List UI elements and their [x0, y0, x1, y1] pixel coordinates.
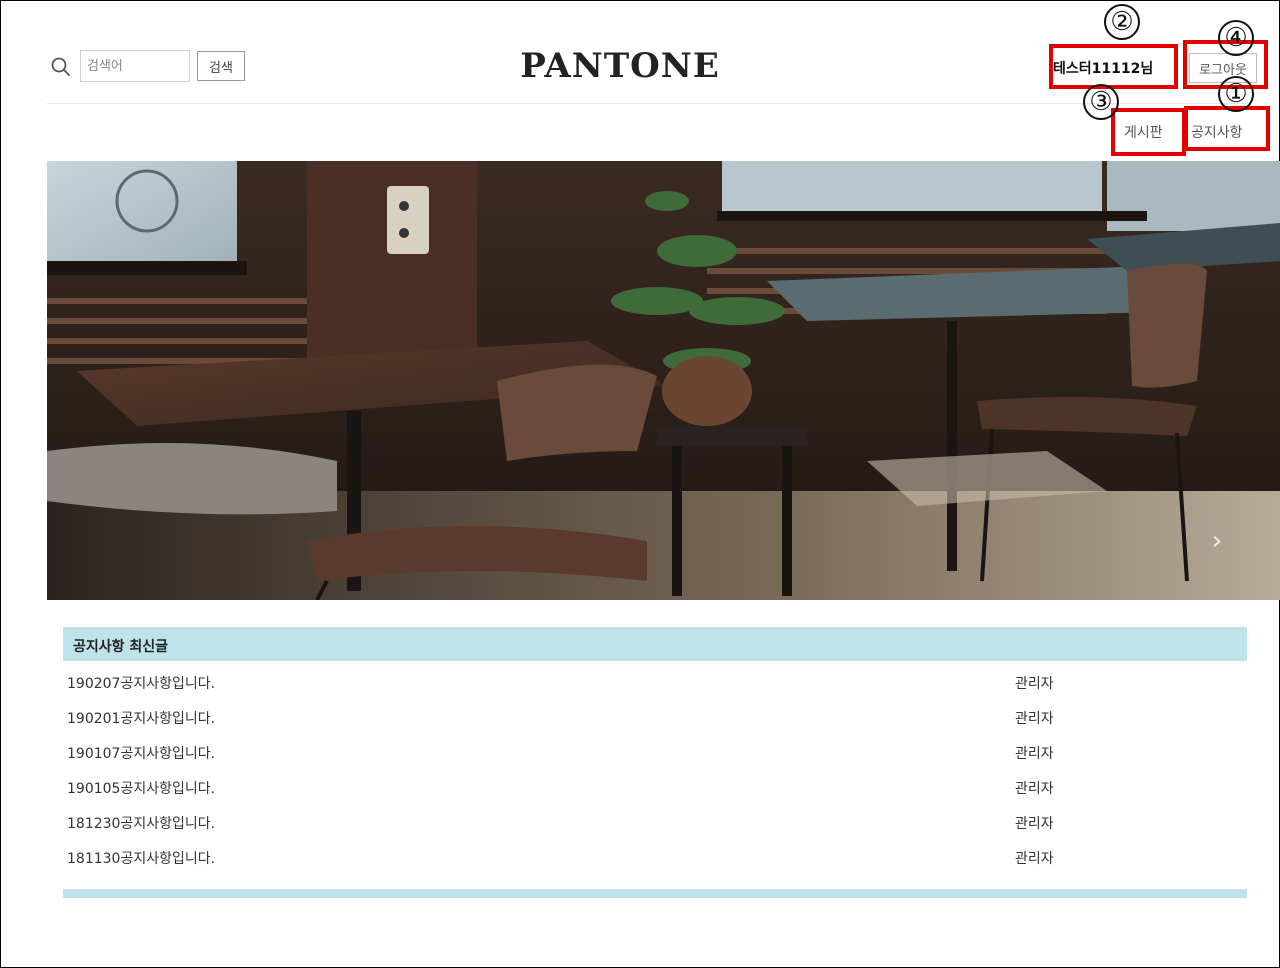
slide-next-arrow[interactable]: › — [1205, 527, 1229, 555]
notice-section-footer — [63, 889, 1247, 898]
notice-author: 관리자 — [1015, 851, 1054, 867]
notice-row[interactable]: 181230공지사항입니다. 관리자 — [63, 804, 1247, 839]
notice-title[interactable]: 190107공지사항입니다. — [67, 743, 215, 763]
annotation-box-1 — [1184, 106, 1270, 151]
notice-author: 관리자 — [1015, 676, 1054, 692]
annotation-number-2: ② — [1104, 4, 1140, 40]
notice-row[interactable]: 190201공지사항입니다. 관리자 — [63, 699, 1247, 734]
notice-row[interactable]: 190107공지사항입니다. 관리자 — [63, 734, 1247, 769]
notice-author: 관리자 — [1015, 746, 1054, 762]
annotation-number-1: ① — [1218, 76, 1254, 112]
notice-author: 관리자 — [1015, 711, 1054, 727]
notice-list: 190207공지사항입니다. 관리자 190201공지사항입니다. 관리자 19… — [63, 664, 1247, 874]
notice-row[interactable]: 190207공지사항입니다. 관리자 — [63, 664, 1247, 699]
notice-title[interactable]: 190207공지사항입니다. — [67, 673, 215, 693]
notice-title[interactable]: 190105공지사항입니다. — [67, 778, 215, 798]
annotation-number-3: ③ — [1083, 84, 1119, 120]
notice-title[interactable]: 190201공지사항입니다. — [67, 708, 215, 728]
notice-row[interactable]: 190105공지사항입니다. 관리자 — [63, 769, 1247, 804]
notice-title[interactable]: 181230공지사항입니다. — [67, 813, 215, 833]
annotation-box-3 — [1111, 108, 1186, 156]
hero-banner: › — [47, 161, 1280, 600]
notice-section-title: 공지사항 최신글 — [73, 639, 169, 655]
annotation-number-4: ④ — [1218, 20, 1254, 56]
notice-title[interactable]: 181130공지사항입니다. — [67, 848, 215, 868]
search-icon[interactable] — [50, 56, 72, 78]
notice-author: 관리자 — [1015, 816, 1054, 832]
search-button[interactable]: 검색 — [197, 51, 245, 81]
notice-row[interactable]: 181130공지사항입니다. 관리자 — [63, 839, 1247, 874]
cafe-hero-image — [47, 161, 1280, 600]
notice-section-header: 공지사항 최신글 — [63, 627, 1247, 661]
site-logo[interactable]: PANTONE — [470, 46, 770, 86]
notice-author: 관리자 — [1015, 781, 1054, 797]
search-input[interactable] — [80, 50, 190, 82]
header-divider — [47, 103, 1247, 104]
annotation-box-2 — [1049, 44, 1178, 89]
